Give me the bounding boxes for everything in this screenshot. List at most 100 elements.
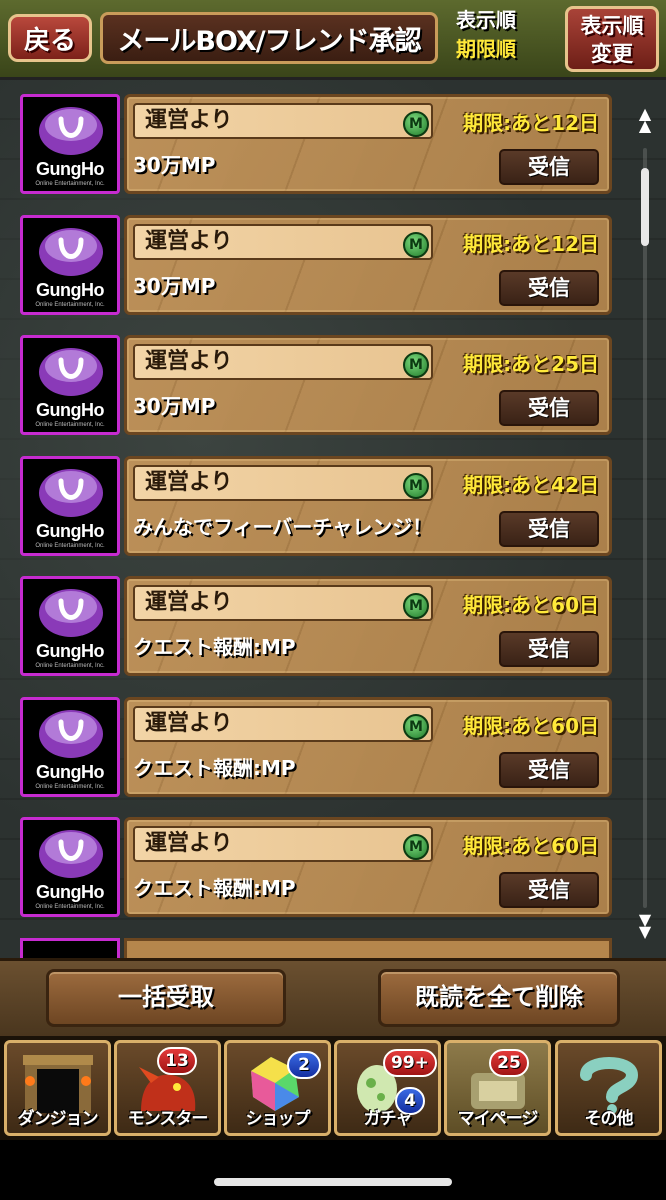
receive-button[interactable]: 受信: [499, 149, 599, 185]
mail-sender: 運営より M: [133, 103, 433, 139]
mail-sender-label: 運営より: [145, 228, 233, 254]
nav-label-mypage: マイページ: [457, 1109, 539, 1129]
avatar-brand-text: GungHo: [36, 641, 104, 661]
mail-content: クエスト報酬:MP: [133, 635, 296, 659]
mail-sender-label: 運営より: [145, 831, 233, 856]
mail-card[interactable]: 運営より M 期限:あと42日 みんなでフィーバーチャレンジ！ 受信: [124, 455, 612, 556]
mail-row[interactable]: GungHo Online Entertainment, Inc. 運営より M…: [20, 817, 612, 917]
mail-sender-label: 運営より: [145, 710, 233, 736]
nav-tab-monster[interactable]: 13 モンスター: [114, 1040, 221, 1136]
gungho-logo-icon: [39, 830, 103, 878]
avatar-sub-text: Online Entertainment, Inc.: [35, 301, 105, 308]
gungho-logo-icon: [39, 348, 103, 396]
scroll-down-icon[interactable]: ▼ ▼: [634, 912, 656, 940]
mail-row[interactable]: GungHo Online Entertainment, Inc. 運営より M…: [20, 696, 612, 797]
scroll-up-icon[interactable]: ▲ ▲: [634, 106, 656, 134]
scroll-thumb[interactable]: [641, 168, 649, 246]
scrollbar[interactable]: ▲ ▲ ▼ ▼: [634, 106, 656, 948]
mail-card-partial: [124, 938, 612, 958]
mail-card[interactable]: 運営より M 期限:あと60日 クエスト報酬:MP 受信: [124, 576, 612, 676]
gungho-logo-icon: [39, 107, 103, 155]
sender-avatar: GungHo Online Entertainment, Inc.: [20, 696, 120, 797]
avatar-brand-text: GungHo: [36, 882, 104, 902]
mail-content: みんなでフィーバーチャレンジ！: [133, 514, 433, 539]
mail-content: 30万MP: [133, 394, 216, 418]
receive-button[interactable]: 受信: [499, 510, 599, 547]
avatar-brand-text: GungHo: [36, 761, 104, 782]
back-button[interactable]: 戻る: [8, 14, 92, 62]
sender-avatar: GungHo Online Entertainment, Inc.: [20, 576, 120, 676]
header-bar: 戻る メールBOX/フレンド承認 表示順 期限順 表示順 変更: [0, 0, 666, 80]
avatar-sub-text: Online Entertainment, Inc.: [35, 783, 105, 790]
mail-row[interactable]: GungHo Online Entertainment, Inc. 運営より M…: [20, 335, 612, 435]
bulk-receive-button[interactable]: 一括受取: [46, 969, 286, 1027]
mail-avatar-partial: [20, 938, 120, 958]
mail-sender: 運営より M: [133, 705, 433, 742]
mail-sender-label: 運営より: [145, 469, 233, 495]
avatar-brand-text: GungHo: [36, 159, 104, 179]
home-indicator-area: [0, 1140, 666, 1200]
nav-tab-mypage[interactable]: 25 マイページ: [444, 1040, 551, 1136]
page-title: メールBOX/フレンド承認: [100, 12, 438, 64]
nav-tab-other[interactable]: その他: [555, 1040, 662, 1136]
shop-count-badge: 2: [287, 1051, 321, 1079]
action-bar: 一括受取 既読を全て削除: [0, 958, 666, 1036]
mail-row[interactable]: GungHo Online Entertainment, Inc. 運営より M…: [20, 455, 612, 556]
m-badge-icon: M: [403, 352, 429, 378]
mail-content: クエスト報酬:MP: [133, 755, 296, 780]
nav-tab-shop[interactable]: 2 ショップ: [224, 1040, 331, 1136]
nav-tab-dungeon[interactable]: ダンジョン: [4, 1040, 111, 1136]
sort-change-button[interactable]: 表示順 変更: [565, 6, 659, 72]
gungho-logo-icon: [39, 589, 103, 637]
mail-sender: 運営より M: [133, 464, 433, 501]
receive-button[interactable]: 受信: [499, 751, 599, 788]
mail-card[interactable]: 運営より M 期限:あと60日 クエスト報酬:MP 受信: [124, 696, 612, 797]
delete-all-read-button[interactable]: 既読を全て削除: [378, 969, 620, 1027]
mail-card[interactable]: 運営より M 期限:あと12日 30万MP 受信: [124, 94, 612, 194]
mail-sender: 運営より M: [133, 344, 433, 380]
sort-change-line1: 表示順: [580, 14, 644, 38]
mypage-count-badge: 25: [489, 1049, 529, 1077]
mail-sender-label: 運営より: [145, 349, 233, 374]
mail-content: 30万MP: [133, 153, 216, 177]
sort-value: 期限順: [456, 37, 516, 61]
mail-sender: 運営より M: [133, 585, 433, 621]
avatar-sub-text: Online Entertainment, Inc.: [35, 542, 105, 549]
m-badge-icon: M: [403, 713, 429, 740]
mail-card[interactable]: 運営より M 期限:あと12日 30万MP 受信: [124, 214, 612, 315]
receive-button[interactable]: 受信: [499, 390, 599, 426]
sort-order-indicator: 表示順 期限順: [442, 6, 530, 72]
nav-tab-gacha[interactable]: 99+ 4 ガチャ: [334, 1040, 441, 1136]
avatar-brand-text: GungHo: [36, 400, 104, 420]
mail-row[interactable]: GungHo Online Entertainment, Inc. 運営より M…: [20, 576, 612, 676]
receive-button[interactable]: 受信: [499, 872, 599, 908]
nav-label-gacha: ガチャ: [363, 1109, 413, 1129]
mail-sender-label: 運営より: [145, 590, 233, 615]
nav-label-monster: モンスター: [127, 1109, 209, 1129]
nav-label-shop: ショップ: [245, 1109, 311, 1129]
receive-button[interactable]: 受信: [499, 269, 599, 306]
gacha-count-badge: 99+: [383, 1049, 437, 1077]
avatar-sub-text: Online Entertainment, Inc.: [35, 181, 105, 187]
mail-list[interactable]: GungHo Online Entertainment, Inc. 運営より M…: [0, 80, 666, 958]
m-badge-icon: M: [403, 231, 429, 258]
avatar-sub-text: Online Entertainment, Inc.: [35, 663, 105, 669]
gungho-logo-icon: [39, 227, 103, 276]
sender-avatar: GungHo Online Entertainment, Inc.: [20, 214, 120, 315]
mail-expiry: 期限:あと60日: [463, 834, 599, 858]
scroll-track[interactable]: [643, 148, 647, 908]
mail-card[interactable]: 運営より M 期限:あと60日 クエスト報酬:MP 受信: [124, 817, 612, 917]
sender-avatar: GungHo Online Entertainment, Inc.: [20, 335, 120, 435]
m-badge-icon: M: [403, 111, 429, 137]
avatar-brand-text: GungHo: [36, 279, 104, 300]
mail-sender-label: 運営より: [145, 108, 233, 133]
mail-row[interactable]: GungHo Online Entertainment, Inc. 運営より M…: [20, 214, 612, 315]
receive-button[interactable]: 受信: [499, 631, 599, 667]
mail-card[interactable]: 運営より M 期限:あと25日 30万MP 受信: [124, 335, 612, 435]
home-indicator[interactable]: [214, 1178, 452, 1186]
sender-avatar: GungHo Online Entertainment, Inc.: [20, 455, 120, 556]
mail-expiry: 期限:あと12日: [463, 111, 599, 135]
mail-row-partial[interactable]: [20, 938, 612, 958]
mail-row[interactable]: GungHo Online Entertainment, Inc. 運営より M…: [20, 94, 612, 194]
nav-label-dungeon: ダンジョン: [17, 1109, 99, 1129]
